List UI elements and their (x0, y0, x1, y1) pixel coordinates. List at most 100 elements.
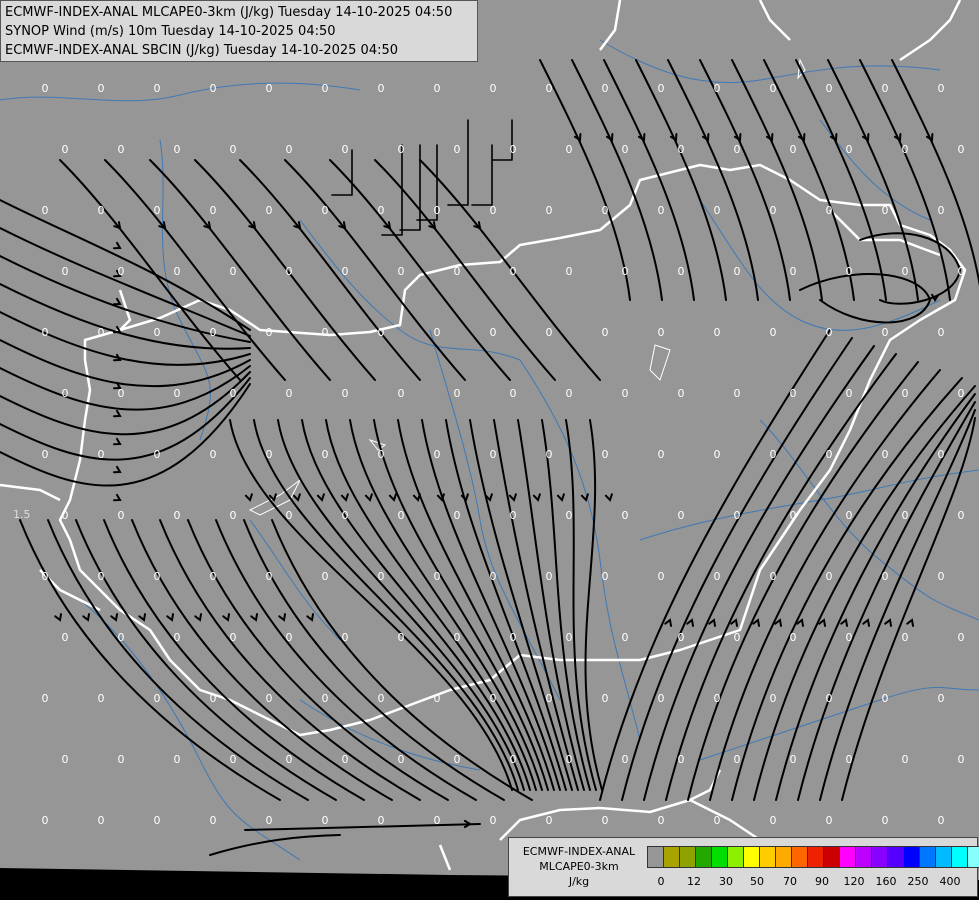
station-value: 0 (174, 509, 181, 522)
station-value: 0 (174, 265, 181, 278)
station-value: 0 (154, 814, 161, 827)
legend-tick-label: 30 (719, 875, 733, 888)
station-value: 0 (286, 143, 293, 156)
station-value: 0 (734, 143, 741, 156)
station-value: 0 (566, 631, 573, 644)
station-value: 0 (42, 692, 49, 705)
station-value: 0 (846, 509, 853, 522)
legend-tick-label: 12 (687, 875, 701, 888)
station-value: 0 (714, 326, 721, 339)
station-value: 0 (454, 509, 461, 522)
station-value: 0 (958, 387, 965, 400)
legend-title: ECMWF-INDEX-ANAL MLCAPE0-3km J/kg (511, 844, 647, 889)
station-value: 0 (510, 387, 517, 400)
station-value: 0 (790, 387, 797, 400)
station-value: 0 (322, 326, 329, 339)
station-value: 0 (454, 387, 461, 400)
title-line-synop-wind: SYNOP Wind (m/s) 10m Tuesday 14-10-2025 … (5, 24, 336, 39)
station-value: 0 (602, 82, 609, 95)
legend-tick-label: 120 (843, 875, 865, 888)
station-value: 0 (846, 631, 853, 644)
station-value: 0 (434, 82, 441, 95)
station-value: 0 (826, 692, 833, 705)
legend-swatch (936, 847, 952, 867)
station-value: 0 (882, 82, 889, 95)
station-value: 0 (174, 387, 181, 400)
station-value: 0 (434, 692, 441, 705)
station-value: 0 (286, 265, 293, 278)
station-value: 0 (658, 204, 665, 217)
station-value: 0 (566, 265, 573, 278)
station-value: 0 (62, 143, 69, 156)
station-value: 0 (210, 204, 217, 217)
station-value: 0 (882, 814, 889, 827)
station-value: 0 (398, 753, 405, 766)
station-value: 0 (210, 448, 217, 461)
station-value: 0 (230, 753, 237, 766)
station-value: 0 (266, 326, 273, 339)
station-value: 0 (846, 265, 853, 278)
legend-swatch (680, 847, 696, 867)
station-value: 0 (286, 631, 293, 644)
station-value: 0 (770, 570, 777, 583)
station-value: 0 (434, 326, 441, 339)
station-value: 0 (678, 631, 685, 644)
station-value: 0 (602, 326, 609, 339)
legend-swatch (824, 847, 840, 867)
station-value: 0 (622, 631, 629, 644)
station-value: 0 (98, 570, 105, 583)
station-value: 0 (714, 448, 721, 461)
station-value: 0 (546, 448, 553, 461)
station-value: 0 (98, 814, 105, 827)
station-value: 0 (266, 692, 273, 705)
station-value: 0 (454, 631, 461, 644)
station-value: 0 (826, 204, 833, 217)
station-value: 0 (714, 814, 721, 827)
station-value: 0 (846, 387, 853, 400)
station-value: 0 (882, 326, 889, 339)
station-value: 0 (342, 143, 349, 156)
station-value: 0 (42, 82, 49, 95)
station-value: 0 (566, 387, 573, 400)
station-value: 0 (678, 387, 685, 400)
station-value: 0 (454, 143, 461, 156)
station-value: 0 (62, 509, 69, 522)
station-value: 0 (210, 326, 217, 339)
station-value: 0 (210, 814, 217, 827)
station-value: 0 (174, 143, 181, 156)
station-value: 0 (846, 143, 853, 156)
station-value: 0 (546, 814, 553, 827)
station-value: 0 (118, 753, 125, 766)
station-value: 0 (546, 570, 553, 583)
station-value: 0 (98, 204, 105, 217)
station-value: 0 (770, 814, 777, 827)
station-value: 0 (714, 82, 721, 95)
station-value: 0 (42, 204, 49, 217)
station-value: 0 (938, 570, 945, 583)
station-value: 0 (230, 631, 237, 644)
station-value: 0 (266, 448, 273, 461)
legend-model: ECMWF-INDEX-ANAL (522, 845, 636, 858)
station-value: 0 (154, 82, 161, 95)
station-value: 0 (938, 448, 945, 461)
station-value: 0 (714, 692, 721, 705)
station-value: 0 (398, 265, 405, 278)
station-value: 0 (882, 204, 889, 217)
station-value: 0 (958, 265, 965, 278)
station-value: 0 (378, 570, 385, 583)
station-value: 0 (770, 448, 777, 461)
station-value: 0 (790, 143, 797, 156)
station-value: 0 (658, 326, 665, 339)
station-value: 0 (826, 448, 833, 461)
station-value: 0 (490, 570, 497, 583)
station-value: 0 (678, 753, 685, 766)
station-value: 0 (322, 204, 329, 217)
station-value: 0 (490, 326, 497, 339)
station-value: 0 (734, 509, 741, 522)
station-value: 0 (902, 753, 909, 766)
station-value: 0 (98, 82, 105, 95)
legend-swatch (712, 847, 728, 867)
station-value: 0 (118, 387, 125, 400)
legend-swatch (904, 847, 920, 867)
station-value: 0 (490, 448, 497, 461)
